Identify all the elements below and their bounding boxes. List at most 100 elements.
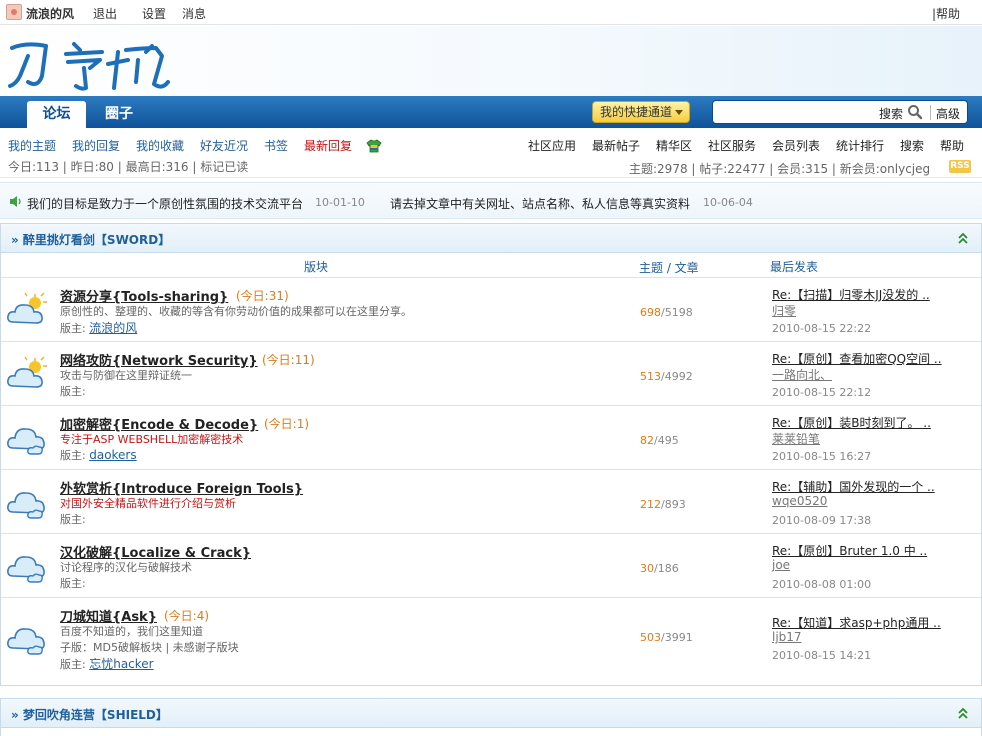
last-post-time: 2010-08-08 01:00: [772, 578, 872, 591]
topic-post-counts: 513/4992: [640, 370, 693, 383]
tshirt-icon[interactable]: [366, 139, 382, 153]
section-title[interactable]: » 醉里挑灯看剑【SWORD】: [11, 231, 170, 248]
main-nav: 论坛 圈子 我的快捷通道 搜索 高级: [0, 96, 982, 128]
moderator-link[interactable]: 忘忧hacker: [89, 657, 153, 671]
topic-post-counts: 30/186: [640, 562, 679, 575]
my-topics-link[interactable]: 我的主题: [8, 137, 56, 154]
forum-row: 资源分享{Tools-sharing} (今日:31) 原创性的、整理的、收藏的…: [1, 277, 981, 341]
latest-replies-link[interactable]: 最新回复: [304, 137, 352, 154]
last-post-user[interactable]: 莱莱铅笔: [772, 430, 820, 447]
collapse-icon[interactable]: [957, 231, 969, 245]
topic-post-counts: 503/3991: [640, 631, 693, 644]
quick-channel-label: 我的快捷通道: [600, 105, 673, 119]
settings-link[interactable]: 设置: [142, 5, 166, 22]
username-link[interactable]: 流浪的风: [26, 5, 74, 22]
moderator-link[interactable]: daokers: [89, 448, 136, 462]
moderator-label: 版主: 忘忧hacker: [60, 657, 154, 671]
moderator-label: 版主: daokers: [60, 448, 137, 462]
section-header: » 梦回吹角连营【SHIELD】: [1, 699, 981, 728]
member-list-link[interactable]: 会员列表: [772, 137, 820, 154]
cloud-icon: [7, 628, 45, 655]
advanced-search-link[interactable]: 高级: [936, 105, 960, 122]
last-post-time: 2010-08-15 22:12: [772, 386, 872, 399]
help-nav-link[interactable]: 帮助: [940, 137, 964, 154]
forum-description: 原创性的、整理的、收藏的等含有你劳动价值的成果都可以在这里分享。: [60, 305, 412, 318]
moderator-label: 版主: 流浪的风: [60, 321, 138, 335]
column-header-last-post: 最后发表: [770, 260, 819, 274]
today-count: (今日:4): [164, 609, 210, 623]
moderator-link[interactable]: 流浪的风: [89, 321, 137, 335]
last-post-user[interactable]: wqe0520: [772, 494, 827, 508]
today-count: (今日:31): [236, 289, 289, 303]
digest-link[interactable]: 精华区: [656, 137, 692, 154]
topic-post-counts: 698/5198: [640, 306, 693, 319]
last-post-link[interactable]: Re:【原创】查看加密QQ空间 ..: [772, 350, 942, 367]
last-post-user[interactable]: 一路向北、: [772, 366, 832, 383]
last-post-user[interactable]: joe: [772, 558, 790, 572]
cloud-icon: [7, 428, 45, 455]
section-title[interactable]: » 梦回吹角连营【SHIELD】: [11, 706, 168, 723]
announcement-link[interactable]: 请去掉文章中有关网址、站点名称、私人信息等真实资料: [390, 195, 690, 212]
forum-section-sword: » 醉里挑灯看剑【SWORD】 版块 主题 / 文章 最后发表 资源分享{Too…: [0, 223, 982, 686]
column-header-counts: 主题 / 文章: [639, 261, 699, 275]
last-post-time: 2010-08-15 22:22: [772, 322, 872, 335]
column-header-board: 版块: [304, 260, 329, 274]
forum-section-shield: » 梦回吹角连营【SHIELD】: [0, 698, 982, 736]
tab-circle[interactable]: 圈子: [96, 101, 142, 128]
cloud-icon: [7, 492, 45, 519]
help-link[interactable]: |帮助: [932, 5, 960, 22]
user-avatar-icon[interactable]: [6, 4, 22, 20]
today-count: (今日:1): [264, 417, 310, 431]
last-post-time: 2010-08-09 17:38: [772, 514, 872, 527]
rss-badge[interactable]: RSS: [949, 160, 971, 173]
logout-link[interactable]: 退出: [93, 5, 117, 22]
announcement-link[interactable]: 我们的目标是致力于一个原创性氛围的技术交流平台: [27, 195, 303, 212]
announcement-date: 10-01-10: [315, 196, 365, 209]
friends-status-link[interactable]: 好友近况: [200, 137, 248, 154]
last-post-link[interactable]: Re:【辅助】国外发现的一个 ..: [772, 478, 935, 495]
forum-description: 百度不知道的，我们这里知道: [60, 625, 203, 638]
messages-link[interactable]: 消息: [182, 5, 206, 22]
last-post-user[interactable]: ljb17: [772, 630, 802, 644]
collapse-icon[interactable]: [957, 706, 969, 720]
search-input[interactable]: [719, 104, 879, 120]
forum-stats: 主题:2978 | 帖子:22477 | 会员:315 | 新会员:onlycj…: [629, 162, 931, 176]
forum-description: 专注于ASP WEBSHELL加密解密技术: [60, 433, 244, 446]
speaker-icon: [10, 196, 21, 207]
site-logo[interactable]: [6, 32, 176, 92]
latest-posts-link[interactable]: 最新帖子: [592, 137, 640, 154]
today-count: (今日:11): [262, 353, 315, 367]
forum-row: 汉化破解{Localize & Crack} 讨论程序的汉化与破解技术 版主: …: [1, 533, 981, 597]
my-favorites-link[interactable]: 我的收藏: [136, 137, 184, 154]
subforum-list[interactable]: 子版：MD5破解板块 | 未感谢子版块: [60, 639, 239, 655]
last-post-time: 2010-08-15 16:27: [772, 450, 872, 463]
bookmarks-link[interactable]: 书签: [264, 137, 288, 154]
sub-nav: 我的主题 我的回复 我的收藏 好友近况 书签 最新回复 社区应用 最新帖子 精华…: [0, 128, 982, 178]
topic-post-counts: 82/495: [640, 434, 679, 447]
search-link[interactable]: 搜索: [900, 137, 924, 154]
my-replies-link[interactable]: 我的回复: [72, 137, 120, 154]
last-post-link[interactable]: Re:【原创】Bruter 1.0 中 ..: [772, 542, 927, 559]
last-post-user[interactable]: 归零: [772, 302, 796, 319]
community-services-link[interactable]: 社区服务: [708, 137, 756, 154]
moderator-label: 版主:: [60, 385, 86, 398]
sun-cloud-icon: [7, 292, 47, 324]
community-apps-link[interactable]: 社区应用: [528, 137, 576, 154]
search-divider: [930, 105, 931, 120]
section-header: » 醉里挑灯看剑【SWORD】: [1, 224, 981, 253]
tab-forum[interactable]: 论坛: [27, 101, 86, 128]
site-header: [0, 26, 982, 96]
search-button-label[interactable]: 搜索: [879, 105, 903, 122]
last-post-link[interactable]: Re:【原创】装B时刻到了。 ..: [772, 414, 931, 431]
forum-row: 外软赏析{Introduce Foreign Tools} 对国外安全精品软件进…: [1, 469, 981, 533]
last-post-link[interactable]: Re:【扫描】归零木JJ没发的 ..: [772, 286, 930, 303]
forum-row: 加密解密{Encode & Decode} (今日:1) 专注于ASP WEBS…: [1, 405, 981, 469]
announcement-date: 10-06-04: [703, 196, 753, 209]
quick-channel-button[interactable]: 我的快捷通道: [592, 101, 690, 123]
search-box: 搜索 高级: [712, 100, 968, 124]
search-icon[interactable]: [907, 104, 923, 120]
forum-description: 讨论程序的汉化与破解技术: [60, 561, 192, 574]
announcement-bar: 我们的目标是致力于一个原创性氛围的技术交流平台 10-01-10 请去掉文章中有…: [0, 182, 982, 219]
stats-ranking-link[interactable]: 统计排行: [836, 137, 884, 154]
last-post-link[interactable]: Re:【知道】求asp+php通用 ..: [772, 614, 941, 631]
